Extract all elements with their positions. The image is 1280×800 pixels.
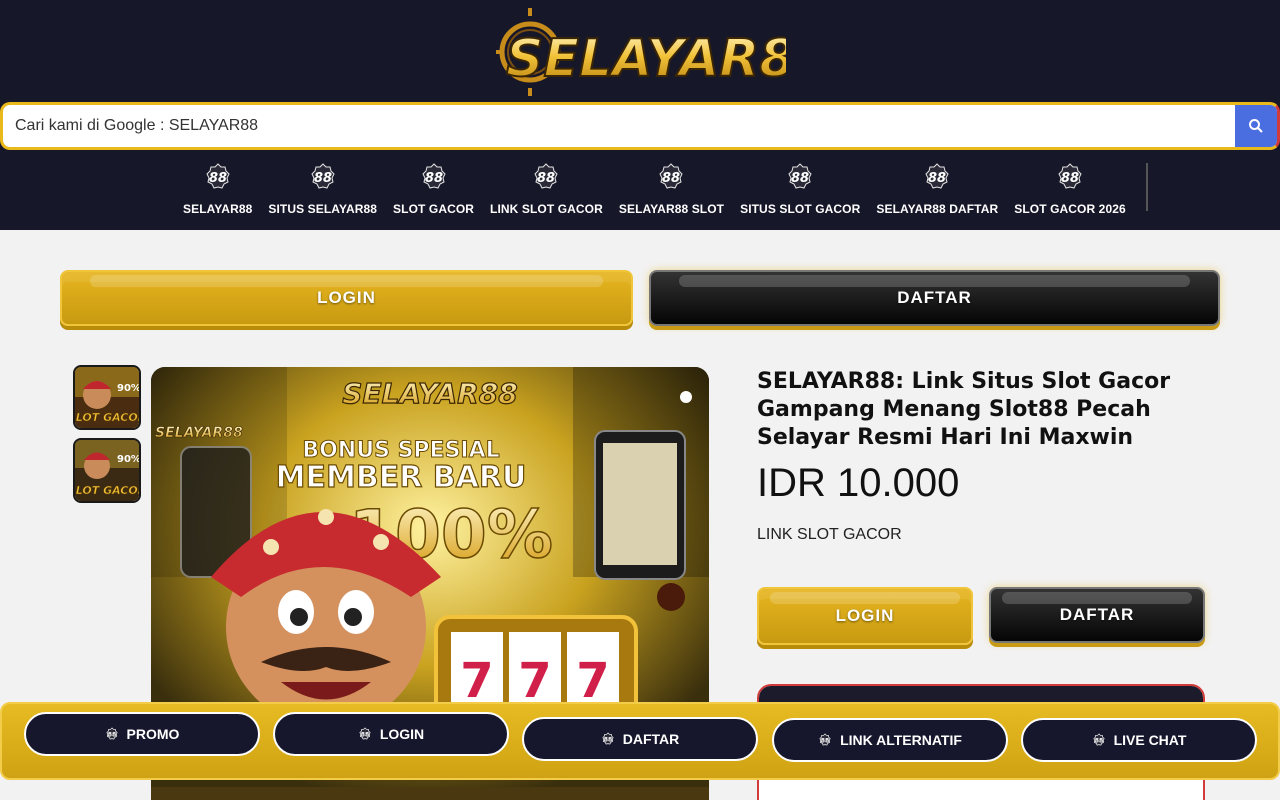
promo-button[interactable]: 88 PROMO [24, 712, 260, 756]
product-title: SELAYAR88: Link Situs Slot Gacor Gampang… [757, 369, 1171, 450]
banner-headline-2: MEMBER BARU [276, 460, 527, 495]
badge-88-icon: 88 [922, 162, 952, 192]
svg-text:SLOT GACOR: SLOT GACOR [75, 484, 139, 497]
bottom-daftar-button[interactable]: 88 DAFTAR [522, 717, 758, 761]
bottom-action-bar: 88 PROMO 88 LOGIN 88 DAFTAR 88 LINK ALTE… [0, 702, 1280, 780]
svg-text:88: 88 [821, 737, 829, 744]
nav-item-slot-gacor-2026[interactable]: 88 SLOT GACOR 2026 [1006, 162, 1134, 222]
nav-label: LINK SLOT GACOR [490, 202, 603, 216]
gallery-thumbnail[interactable]: 90% SLOT GACOR [73, 438, 141, 503]
gallery-thumbnail[interactable]: 90% SLOT GACOR [73, 365, 141, 430]
nav-label: SITUS SLOT GACOR [740, 202, 861, 216]
badge-88-icon: 88 [819, 733, 831, 746]
reel-symbol: 7 [518, 653, 551, 709]
nav-label: SITUS SELAYAR88 [268, 202, 378, 216]
nav-label: SLOT GACOR 2026 [1014, 202, 1126, 216]
nav-label: SELAYAR88 SLOT [618, 202, 725, 216]
badge-88-icon: 88 [785, 162, 815, 192]
nav-item-situs-selayar88[interactable]: 88 SITUS SELAYAR88 [260, 162, 385, 222]
button-sheen [769, 592, 961, 604]
nav-label: SLOT GACOR [393, 202, 475, 216]
button-sheen [679, 275, 1190, 287]
live-chat-label: LIVE CHAT [1113, 732, 1187, 748]
nav-item-selayar88-slot[interactable]: 88 SELAYAR88 SLOT [611, 162, 732, 222]
link-alternatif-button[interactable]: 88 LINK ALTERNATIF [772, 718, 1008, 762]
svg-text:88: 88 [361, 731, 369, 738]
logo-text: SELAYAR88 [506, 29, 786, 89]
search-button[interactable] [1235, 105, 1277, 147]
nav-label: SELAYAR88 DAFTAR [876, 202, 999, 216]
svg-text:88: 88 [928, 171, 946, 186]
link-alternatif-label: LINK ALTERNATIF [840, 732, 962, 748]
svg-text:88: 88 [314, 171, 332, 186]
product-daftar-button[interactable]: DAFTAR [989, 587, 1205, 643]
svg-text:88: 88 [791, 171, 809, 186]
banner-logo-small: SELAYAR88 [155, 425, 243, 441]
svg-text:88: 88 [662, 171, 680, 186]
svg-text:90%: 90% [117, 383, 139, 394]
banner-logo: SELAYAR88 [342, 377, 517, 410]
thumbnail-image: 90% SLOT GACOR [75, 367, 139, 428]
reel-symbol: 7 [576, 653, 609, 709]
bottom-login-button[interactable]: 88 LOGIN [273, 712, 509, 756]
nav-item-slot-gacor[interactable]: 88 SLOT GACOR [385, 162, 482, 222]
reel-symbol: 7 [460, 653, 493, 709]
search-input[interactable] [15, 105, 1215, 147]
thumbnail-image: 90% SLOT GACOR [75, 440, 139, 501]
nav-item-selayar88[interactable]: 88 SELAYAR88 [175, 162, 260, 222]
badge-88-icon: 88 [602, 732, 614, 745]
badge-88-icon: 88 [359, 727, 371, 740]
search-icon [1249, 119, 1263, 133]
nav-label: SELAYAR88 [183, 202, 253, 216]
product-login-label: LOGIN [835, 606, 895, 625]
nav-item-selayar88-daftar[interactable]: 88 SELAYAR88 DAFTAR [868, 162, 1006, 222]
bottom-login-label: LOGIN [379, 726, 425, 742]
svg-text:88: 88 [604, 736, 612, 743]
badge-88-icon: 88 [419, 162, 449, 192]
nav-divider [1146, 163, 1148, 211]
daftar-button[interactable]: DAFTAR [649, 270, 1220, 326]
badge-88-icon: 88 [308, 162, 338, 192]
svg-text:90%: 90% [117, 454, 139, 465]
badge-88-icon: 88 [1093, 733, 1105, 746]
svg-text:88: 88 [209, 171, 227, 186]
bottom-daftar-label: DAFTAR [622, 731, 680, 747]
svg-text:88: 88 [1094, 737, 1102, 744]
nav-item-situs-slot-gacor[interactable]: 88 SITUS SLOT GACOR [732, 162, 868, 222]
daftar-label: DAFTAR [897, 288, 972, 307]
product-category: LINK SLOT GACOR [757, 526, 902, 543]
svg-text:88: 88 [537, 171, 555, 186]
nav-item-link-slot-gacor[interactable]: 88 LINK SLOT GACOR [482, 162, 611, 222]
svg-text:88: 88 [1061, 171, 1079, 186]
product-price: IDR 10.000 [757, 461, 960, 505]
search-bar [0, 102, 1280, 150]
site-logo[interactable]: SELAYAR88 [496, 4, 786, 96]
svg-text:88: 88 [107, 731, 115, 738]
main-nav: 88 SELAYAR88 88 SITUS SELAYAR88 88 SLOT … [175, 162, 1134, 222]
login-button[interactable]: LOGIN [60, 270, 633, 326]
badge-88-icon: 88 [203, 162, 233, 192]
badge-88-icon: 88 [1055, 162, 1085, 192]
site-header: SELAYAR88 88 SELAYAR88 88 SITUS SELAYAR8… [0, 0, 1280, 230]
svg-text:88: 88 [425, 171, 443, 186]
svg-text:SLOT GACOR: SLOT GACOR [75, 411, 139, 424]
button-sheen [90, 275, 603, 287]
product-login-button[interactable]: LOGIN [757, 587, 973, 645]
badge-88-icon: 88 [105, 727, 118, 740]
login-label: LOGIN [317, 288, 376, 307]
promo-label: PROMO [126, 726, 180, 742]
live-chat-button[interactable]: 88 LIVE CHAT [1021, 718, 1257, 762]
badge-88-icon: 88 [531, 162, 561, 192]
badge-88-icon: 88 [656, 162, 686, 192]
product-daftar-label: DAFTAR [1059, 605, 1135, 624]
button-sheen [1001, 592, 1193, 604]
